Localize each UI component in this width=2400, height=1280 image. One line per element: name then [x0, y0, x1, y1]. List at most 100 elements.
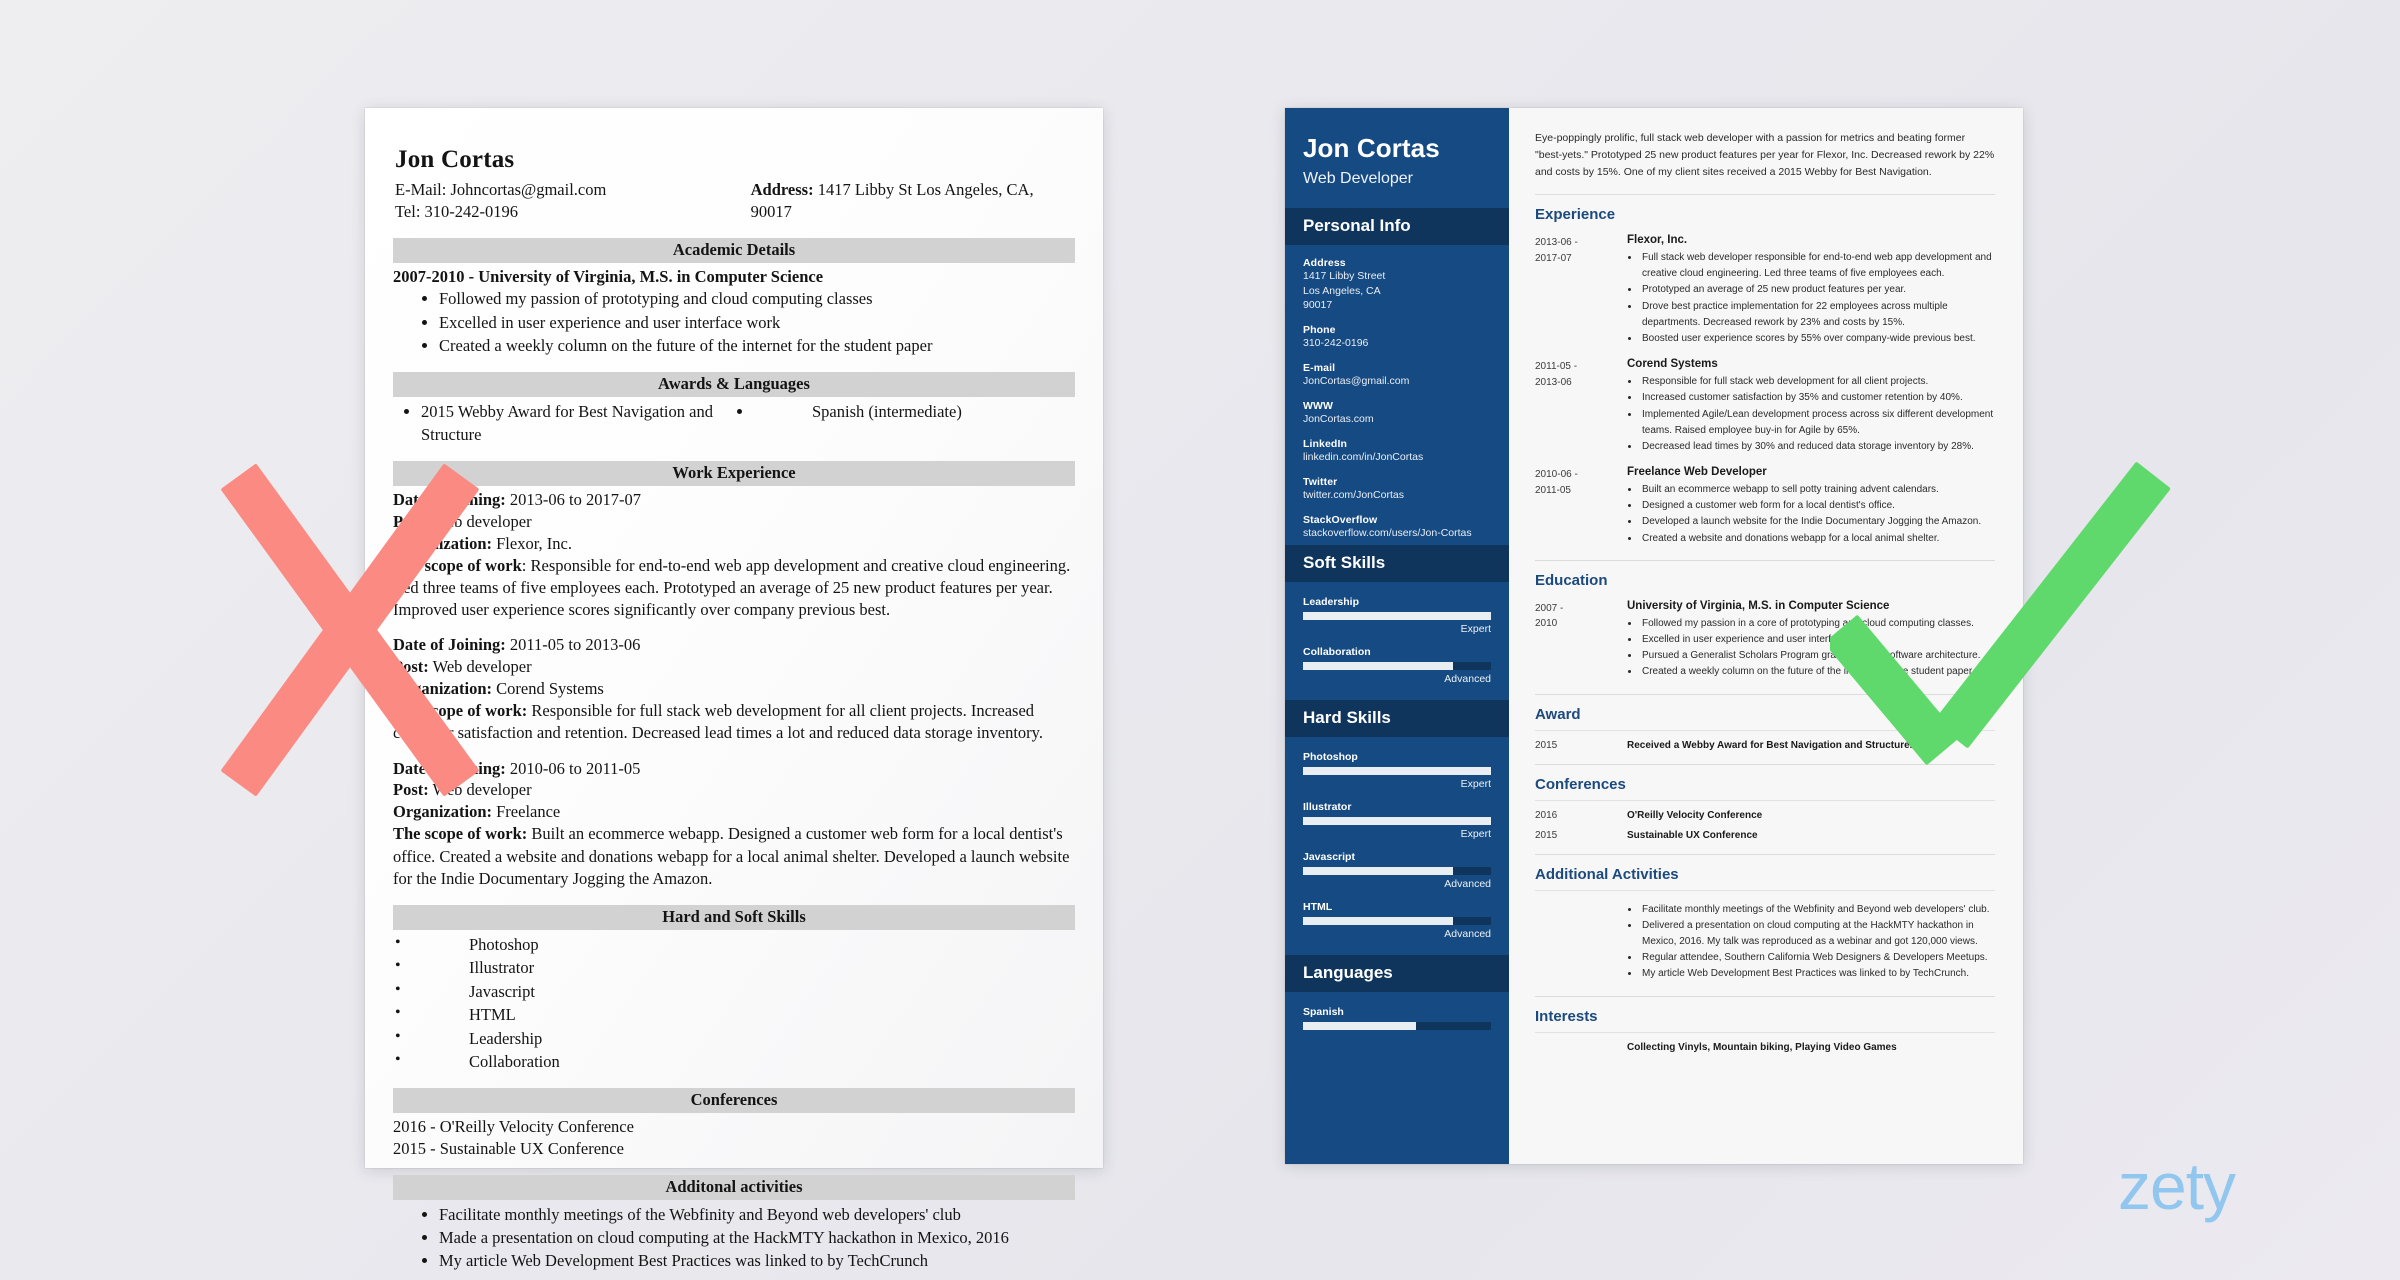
bad-job-entry: Date of Joining: 2013-06 to 2017-07 Post:…: [393, 489, 1075, 621]
bad-job-org-value: Freelance: [492, 802, 561, 822]
soft-skill-name: Leadership: [1303, 595, 1360, 608]
additional-date-spacer: [1535, 902, 1627, 983]
additional-activity-bullet: Regular attendee, Southern California We…: [1640, 950, 1995, 966]
bad-awards-languages-columns: 2015 Webby Award for Best Navigation and…: [393, 400, 1075, 446]
sidebar-heading-hard-skills: Hard Skills: [1285, 699, 1509, 737]
conference-row-date: 2015: [1535, 829, 1558, 841]
language-skill-bar: [1303, 1021, 1491, 1030]
good-section-heading-education: Education: [1535, 559, 1995, 589]
personal-info-label: WWW: [1303, 400, 1334, 413]
bad-academic-degree: 2007-2010 - University of Virginia, M.S.…: [393, 266, 824, 286]
job-gap: [393, 621, 1075, 634]
bad-resume-document: Jon Cortas E-Mail: Johncortas@gmail.com …: [365, 108, 1103, 1270]
experience-entry-bullet: Boosted user experience scores by 55% ov…: [1640, 331, 1995, 347]
education-entry-bullet: Followed my passion in a core of prototy…: [1640, 616, 1995, 632]
soft-skills-list: Leadership Expert Collaboration Advanced: [1285, 582, 1509, 700]
good-section-heading-award: Award: [1535, 693, 1995, 723]
bad-academic-bullet: Created a weekly column on the future of…: [439, 334, 1075, 357]
sidebar-heading-soft-skills: Soft Skills: [1285, 544, 1509, 582]
conference-row-date: 2016: [1535, 809, 1558, 821]
bad-skill-item: HTML: [393, 1002, 1075, 1026]
interests-date-spacer: [1535, 1042, 1627, 1053]
award-row-date: 2015: [1535, 739, 1558, 751]
hard-skill-bar: [1303, 766, 1491, 775]
bad-job-scope: The scope of work: Responsible for full …: [393, 700, 1075, 744]
good-education-entries: 2007 - 2010 University of Virginia, M.S. i…: [1535, 600, 1995, 681]
bad-award-item: 2015 Webby Award for Best Navigation and…: [421, 400, 734, 446]
bad-activity-item: My article Web Development Best Practice…: [439, 1249, 1075, 1272]
experience-entry-bullet: Built an ecommerce webapp to sell potty …: [1640, 482, 1995, 498]
soft-skill: Leadership Expert: [1303, 596, 1491, 635]
bad-skill-item: Leadership: [393, 1026, 1075, 1050]
hard-skill-bar-fill: [1303, 816, 1491, 825]
experience-entry-bullets: Full stack web developer responsible for…: [1640, 250, 1995, 347]
experience-entry-bullet: Full stack web developer responsible for…: [1640, 250, 1995, 282]
bad-job-post-label: Post:: [393, 511, 429, 531]
bad-job-post-value: Web developer: [428, 511, 532, 531]
experience-entry-bullet: Implemented Agile/Lean development proce…: [1640, 407, 1995, 439]
bad-skill-item: Collaboration: [393, 1049, 1075, 1073]
bad-job-org-label: Organization:: [393, 679, 492, 699]
personal-info-fields: Address 1417 Libby Street Los Angeles, CA 9…: [1285, 245, 1509, 545]
experience-entry: 2011-05 - 2013-06 Corend Systems Responsibl…: [1535, 358, 1995, 455]
bad-resume-tel: Tel: 310-242-0196: [395, 201, 519, 221]
personal-info-label: E-mail: [1303, 362, 1336, 375]
bad-job-post-label: Post:: [393, 780, 429, 800]
personal-info-label: Twitter: [1303, 475, 1338, 488]
experience-entry-bullets: Built an ecommerce webapp to sell potty …: [1640, 482, 1995, 547]
award-row-text: Received a Webby Award for Best Navigati…: [1627, 739, 1913, 751]
experience-entry-bullet: Created a website and donations webapp f…: [1640, 531, 1995, 547]
bad-section-heading-work: Work Experience: [393, 460, 1075, 486]
education-entry-bullet: Pursued a Generalist Scholars Program gr…: [1640, 648, 1995, 664]
bad-job-scope-label: The scope of work: [393, 555, 522, 575]
hard-skill-level: Advanced: [1444, 927, 1491, 940]
experience-entry-title: Corend Systems: [1627, 358, 1718, 371]
bad-job-org-label: Organization:: [393, 533, 492, 553]
experience-entry-date: 2011-05 - 2013-06: [1535, 358, 1627, 455]
bad-skill-item: Illustrator: [393, 955, 1075, 979]
experience-entry-date-line: 2017-07: [1535, 252, 1572, 264]
experience-entry-date-line: 2011-05 -: [1535, 361, 1578, 373]
personal-info-label: Address: [1303, 256, 1346, 269]
experience-entry-title: Freelance Web Developer: [1627, 466, 1767, 479]
bad-job-org-label: Organization:: [393, 802, 492, 822]
bad-additional-activities-list: Facilitate monthly meetings of the Webfi…: [439, 1203, 1075, 1272]
soft-skill-name: Collaboration: [1303, 645, 1371, 658]
bad-job-entry: Date of Joining: 2011-05 to 2013-06 Post:…: [393, 634, 1075, 744]
personal-info-value: Los Angeles, CA: [1303, 284, 1381, 297]
language-skill-name: Spanish: [1303, 1005, 1344, 1018]
good-section-heading-experience: Experience: [1535, 194, 1995, 223]
good-award-entries: 2015 Received a Webby Award for Best Navi…: [1535, 740, 1995, 751]
bad-section-heading-additional: Additonal activities: [393, 1175, 1075, 1201]
sidebar-heading-languages: Languages: [1285, 954, 1509, 992]
bad-job-date-value: 2010-06 to 2011-05: [505, 758, 641, 778]
conference-row: 2015 Sustainable UX Conference: [1535, 830, 1995, 841]
personal-info-value: 310-242-0196: [1303, 337, 1369, 350]
experience-entry-body: Freelance Web Developer Built an ecommerc…: [1627, 466, 1995, 547]
experience-entry-bullet: Responsible for full stack web developme…: [1640, 374, 1995, 390]
personal-info-value: 90017: [1303, 299, 1333, 312]
good-interests-text: Collecting Vinyls, Mountain biking, Play…: [1627, 1041, 1897, 1053]
job-gap: [393, 745, 1075, 758]
soft-skill-level: Expert: [1460, 622, 1491, 635]
hard-skill-bar: [1303, 916, 1491, 925]
education-entry-title: University of Virginia, M.S. in Computer…: [1627, 599, 1890, 612]
good-resume-sidebar: Jon Cortas Web Developer Personal Info A…: [1285, 108, 1509, 1164]
experience-entry-bullet: Developed a launch website for the Indie…: [1640, 514, 1995, 530]
additional-activity-bullet: My article Web Development Best Practice…: [1640, 966, 1995, 982]
conference-row-text: Sustainable UX Conference: [1627, 829, 1758, 841]
good-interests-row: Collecting Vinyls, Mountain biking, Play…: [1535, 1042, 1995, 1053]
personal-info-label: LinkedIn: [1303, 438, 1347, 451]
bad-job-date-value: 2013-06 to 2017-07: [505, 489, 641, 509]
hard-skill-level: Advanced: [1444, 877, 1491, 890]
bad-academic-bullet-list: Followed my passion of prototyping and c…: [439, 287, 1075, 356]
bad-job-post: Post: Web developer: [393, 656, 1075, 678]
award-divider: [1535, 729, 1995, 731]
interests-divider: [1535, 1031, 1995, 1033]
experience-entry: 2013-06 - 2017-07 Flexor, Inc. Full stack w…: [1535, 234, 1995, 347]
hard-skill-name: Illustrator: [1303, 800, 1352, 813]
bad-job-date: Date of Joining: 2013-06 to 2017-07: [393, 489, 1075, 511]
bad-academic-bullet: Followed my passion of prototyping and c…: [439, 287, 1075, 310]
hard-skill-bar-fill: [1303, 766, 1491, 775]
personal-info-value: JonCortas@gmail.com: [1303, 375, 1410, 388]
